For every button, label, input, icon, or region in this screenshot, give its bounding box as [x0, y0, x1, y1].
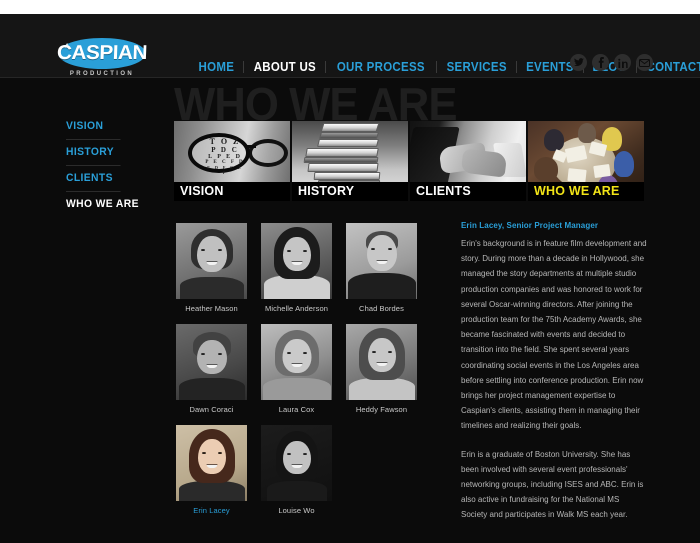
team-member-name: Dawn Coraci [189, 405, 234, 414]
team-member-laura-cox[interactable]: Laura Cox [261, 324, 332, 414]
avatar [261, 223, 332, 299]
nav-item-home[interactable]: HOME [192, 60, 240, 74]
sidebar-item-history[interactable]: HISTORY [66, 139, 121, 165]
nav-separator [516, 61, 518, 73]
team-row: Heather Mason Michelle Anderson Chad Bor… [176, 223, 436, 313]
tile-label-vision: VISION [174, 182, 290, 201]
tile-label-history: HISTORY [292, 182, 408, 201]
avatar [346, 324, 417, 400]
top-white-strip [0, 0, 700, 14]
page-root: A CASPIAN PRODUCTION HOME ABOUT US OUR P… [0, 0, 700, 543]
team-member-erin-lacey[interactable]: Erin Lacey [176, 425, 247, 515]
team-member-name: Michelle Anderson [265, 304, 328, 313]
team-member-louise-wo[interactable]: Louise Wo [261, 425, 332, 515]
team-member-name: Laura Cox [278, 405, 315, 414]
site-logo[interactable]: A CASPIAN PRODUCTION [56, 38, 148, 84]
team-member-heather-mason[interactable]: Heather Mason [176, 223, 247, 313]
team-row: Erin Lacey Louise Wo [176, 425, 436, 515]
nav-separator [325, 61, 327, 73]
nav-item-our-process[interactable]: OUR PROCESS [331, 60, 432, 74]
bio-paragraph: Erin is a graduate of Boston University.… [461, 449, 644, 520]
tile-clients[interactable]: CLIENTS [410, 121, 526, 201]
facebook-icon[interactable] [592, 54, 609, 71]
bio-paragraph: Erin's background is in feature film dev… [461, 239, 647, 431]
team-grid: Heather Mason Michelle Anderson Chad Bor… [176, 223, 436, 526]
eye-chart-row: E D F C Z P [207, 165, 243, 175]
avatar [261, 324, 332, 400]
tile-history[interactable]: HISTORY [292, 121, 408, 201]
team-member-name: Louise Wo [278, 506, 315, 515]
eye-chart-row: T O Z [209, 137, 241, 146]
linkedin-icon[interactable] [614, 54, 631, 71]
section-tiles: T O Z P D C L P E D P E C F D E D F C Z … [174, 121, 644, 201]
team-member-name: Heddy Fawson [355, 405, 408, 414]
team-member-name: Erin Lacey [193, 506, 230, 515]
email-icon[interactable] [636, 54, 653, 71]
eye-chart-row: P D C [211, 146, 239, 154]
social-links [570, 54, 653, 71]
sidebar-item-clients[interactable]: CLIENTS [66, 165, 121, 191]
team-member-heddy-fawson[interactable]: Heddy Fawson [346, 324, 417, 414]
avatar [261, 425, 332, 501]
sidebar-item-vision[interactable]: VISION [66, 114, 121, 139]
section-sidebar: VISION HISTORY CLIENTS WHO WE ARE [66, 114, 139, 217]
nav-separator [436, 61, 438, 73]
tile-who-we-are[interactable]: WHO WE ARE [528, 121, 644, 201]
avatar [176, 223, 247, 299]
avatar [346, 223, 417, 299]
twitter-icon[interactable] [570, 54, 587, 71]
team-member-name: Heather Mason [185, 304, 238, 313]
nav-item-services[interactable]: SERVICES [440, 60, 513, 74]
site-header: A CASPIAN PRODUCTION HOME ABOUT US OUR P… [0, 14, 700, 78]
team-row: Dawn Coraci Laura Cox Heddy Fawson [176, 324, 436, 414]
bio-title: Erin Lacey, Senior Project Manager [461, 221, 599, 230]
nav-item-about-us[interactable]: ABOUT US [247, 60, 322, 74]
logo-subtitle: PRODUCTION [69, 71, 135, 77]
tile-vision[interactable]: T O Z P D C L P E D P E C F D E D F C Z … [174, 121, 290, 201]
tile-label-clients: CLIENTS [410, 182, 526, 201]
bio-panel: Erin Lacey, Senior Project Manager Erin'… [461, 221, 647, 536]
avatar [176, 324, 247, 400]
nav-separator [242, 61, 244, 73]
team-member-chad-bordes[interactable]: Chad Bordes [346, 223, 417, 313]
sidebar-item-who-we-are[interactable]: WHO WE ARE [66, 191, 139, 217]
avatar [176, 425, 247, 501]
logo-wordmark: CASPIAN [56, 42, 148, 64]
tile-label-who-we-are: WHO WE ARE [528, 182, 644, 201]
team-member-name: Chad Bordes [359, 304, 404, 313]
team-member-dawn-coraci[interactable]: Dawn Coraci [176, 324, 247, 414]
team-member-michelle-anderson[interactable]: Michelle Anderson [261, 223, 332, 313]
